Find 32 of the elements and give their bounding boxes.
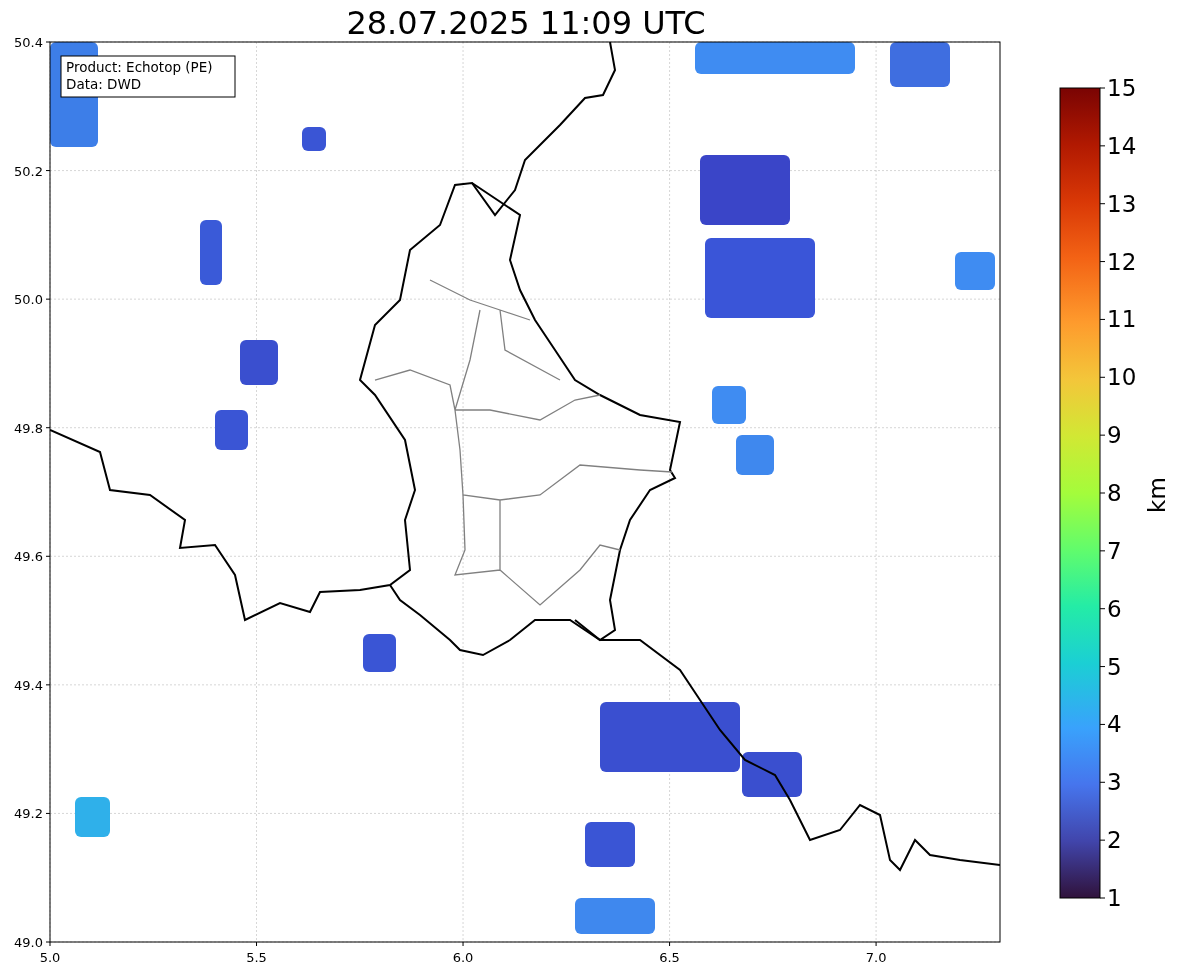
colorbar-tick-label: 10 (1107, 364, 1137, 391)
axis-tick-label: 49.0 (14, 935, 43, 950)
legend-text: Product: Echotop (PE) (66, 59, 213, 75)
axis-tick-label: 49.4 (14, 677, 43, 693)
colorbar-tick-label: 8 (1107, 480, 1122, 506)
axis-tick-label: 5.0 (39, 950, 61, 965)
colorbar-tick-label: 2 (1107, 827, 1122, 854)
axis-tick-label: 49.8 (14, 420, 43, 436)
colorbar-tick-label: 14 (1107, 132, 1137, 159)
axis-tick-label: 5.5 (246, 950, 267, 965)
axis-tick-label: 6.0 (452, 950, 474, 965)
axis-tick-label: 7.0 (865, 950, 887, 965)
colorbar-tick-label: 11 (1107, 306, 1137, 333)
axis-tick-label: 49.2 (14, 806, 43, 822)
colorbar-tick-label: 15 (1107, 75, 1137, 101)
chart-title: 28.07.2025 11:09 UTC (346, 4, 706, 42)
colorbar-tick-label: 3 (1107, 769, 1122, 796)
axis-tick-label: 50.0 (14, 292, 43, 308)
legend-text: Data: DWD (66, 76, 142, 92)
axis-tick-label: 50.4 (14, 35, 43, 50)
colorbar-tick-label: 5 (1107, 653, 1122, 680)
colorbar-tick-label: 13 (1107, 190, 1137, 217)
colorbar-tick-label: 6 (1107, 595, 1122, 622)
colorbar-tick-label: 12 (1107, 248, 1137, 275)
axis-tick-label: 50.2 (14, 163, 43, 179)
axis-tick-label: 49.6 (14, 549, 43, 565)
colorbar-tick-label: 9 (1107, 422, 1122, 449)
axis-tick-label: 6.5 (659, 950, 680, 965)
colorbar-label: km (1144, 477, 1170, 513)
colorbar-tick-label: 4 (1107, 711, 1122, 738)
colorbar-tick-label: 7 (1107, 537, 1122, 564)
colorbar-tick-label: 1 (1107, 885, 1122, 911)
